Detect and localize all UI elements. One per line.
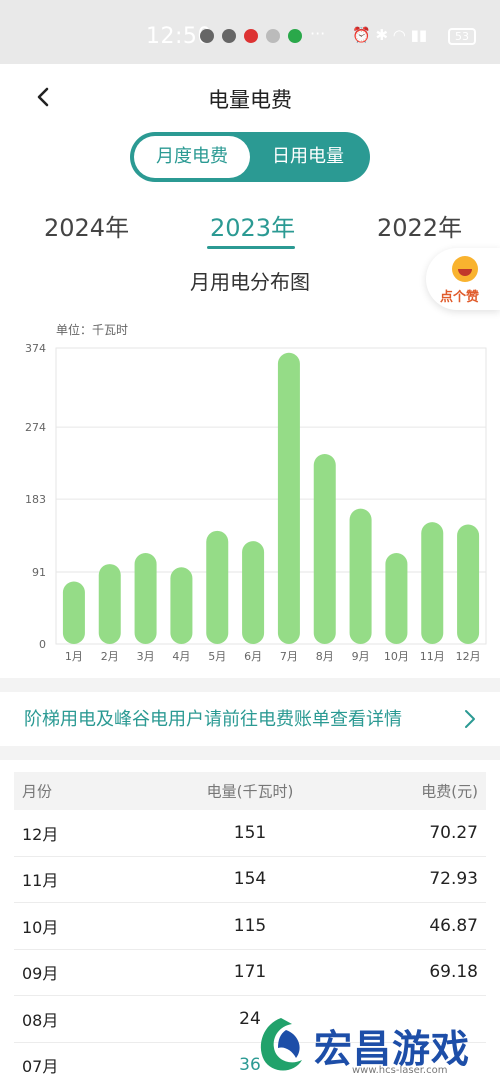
chart-title: 月用电分布图	[190, 270, 310, 294]
row-fee: 46.87	[429, 915, 478, 936]
bar	[385, 552, 408, 644]
row-fee: 70.27	[429, 822, 478, 843]
table-row[interactable]: 11月 154 72.93	[14, 857, 486, 903]
x-tick-label: 9月	[352, 650, 370, 663]
bar	[349, 508, 372, 644]
battery-icon: 53	[448, 28, 476, 45]
year-tab-2024[interactable]: 2024年	[44, 208, 129, 243]
year-tab-2023[interactable]: 2023年	[210, 208, 295, 243]
y-tick-label: 183	[25, 493, 46, 506]
bill-details-link[interactable]: 阶梯用电及峰谷电用户请前往电费账单查看详情	[24, 705, 402, 731]
messaging-app-icon	[288, 29, 302, 43]
wechat-icon	[222, 29, 236, 43]
chevron-right-icon[interactable]	[462, 708, 478, 730]
status-bar: 12:50 ··· ⏰ ✱ ◠ ▮▮ 53	[0, 0, 500, 64]
y-tick-label: 0	[39, 638, 46, 651]
bar	[421, 522, 444, 644]
like-label: 点个赞	[440, 290, 480, 305]
row-usage: 171	[233, 962, 267, 983]
bar	[313, 454, 336, 644]
x-tick-label: 8月	[316, 650, 334, 663]
bar	[62, 581, 85, 644]
section-divider	[0, 746, 500, 760]
bar	[206, 530, 229, 644]
system-status-icons: ⏰ ✱ ◠ ▮▮	[352, 26, 428, 44]
monthly-usage-chart: 0 91 183 274 374 1月 2月 3月 4月 5月 6月 7月 8月 9月 10月 11月 12月	[25, 342, 487, 663]
bar	[134, 552, 157, 644]
x-tick-label: 12月	[456, 650, 481, 663]
y-tick-label: 274	[25, 421, 46, 434]
news-app-icon	[244, 29, 258, 43]
watermark-url: www.hcs-laser.com	[352, 1065, 448, 1076]
chat-app-icon	[266, 29, 280, 43]
table-row[interactable]: 09月 171 69.18	[14, 950, 486, 996]
more-notifications-icon: ···	[310, 24, 326, 43]
row-usage: 115	[233, 915, 267, 936]
section-divider	[0, 678, 500, 692]
smiley-icon	[452, 256, 478, 282]
dragon-logo-icon	[260, 1018, 302, 1071]
site-watermark: 宏昌游戏网 www.hcs-laser.com	[248, 1010, 500, 1078]
page-title: 电量电费	[208, 88, 292, 112]
x-tick-label: 3月	[137, 650, 155, 663]
x-tick-label: 1月	[65, 650, 83, 663]
y-tick-label: 91	[32, 566, 46, 579]
bar	[277, 352, 300, 644]
row-fee: 72.93	[429, 869, 478, 890]
tab-daily-usage[interactable]: 日用电量	[250, 136, 366, 178]
year-tab-2022[interactable]: 2022年	[377, 208, 462, 243]
x-tick-label: 4月	[172, 650, 190, 663]
x-tick-label: 2月	[101, 650, 119, 663]
header-usage: 电量(千瓦时)	[206, 782, 294, 801]
x-tick-label: 6月	[244, 650, 262, 663]
tab-monthly-fee[interactable]: 月度电费	[134, 136, 250, 178]
header-fee: 电费(元)	[421, 782, 478, 801]
bar	[98, 564, 121, 644]
app-notification-icon	[200, 29, 214, 43]
x-tick-label: 7月	[280, 650, 298, 663]
table-row[interactable]: 12月 151 70.27	[14, 810, 486, 857]
bar	[457, 524, 480, 644]
table-row[interactable]: 10月 115 46.87	[14, 903, 486, 950]
bar	[242, 541, 265, 644]
view-toggle: 月度电费 日用电量	[130, 132, 370, 182]
row-fee: 69.18	[429, 962, 478, 983]
x-tick-label: 5月	[208, 650, 226, 663]
row-usage: 151	[233, 822, 267, 843]
row-usage: 154	[233, 869, 267, 890]
x-tick-label: 10月	[384, 650, 409, 663]
like-button[interactable]: 点个赞	[426, 248, 500, 310]
table-header: 月份 电量(千瓦时) 电费(元)	[14, 772, 486, 810]
bar	[170, 567, 193, 644]
y-tick-label: 374	[25, 342, 46, 355]
x-tick-label: 11月	[420, 650, 445, 663]
selected-year-indicator	[207, 246, 295, 249]
